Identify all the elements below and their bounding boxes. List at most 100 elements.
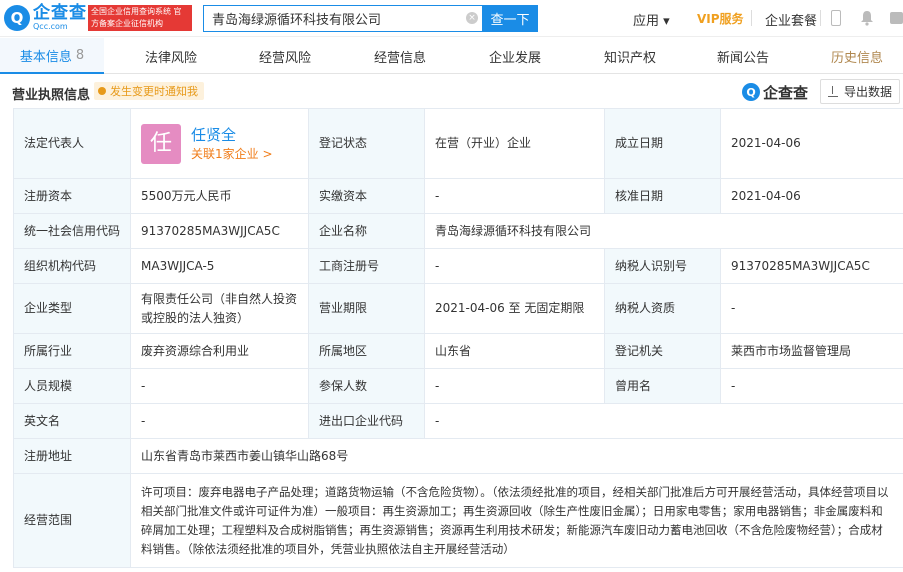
export-label: 导出数据 [843,85,892,99]
value-region: 山东省 [424,333,605,369]
value-business-term: 2021-04-06 至 无固定期限 [424,283,605,334]
label-staff-size: 人员规模 [13,368,131,404]
notify-change-button[interactable]: 发生变更时通知我 [94,82,204,100]
table-row: 法定代表人 任 任贤全 关联1家企业 > 登记状态 在营（开业）企业 成立日期 … [13,108,903,179]
tab-operation-risk[interactable]: 经营风险 [240,38,330,74]
logo-icon: Q [742,83,760,101]
section-title: 营业执照信息 [12,88,91,103]
bell-icon[interactable] [860,10,874,26]
tab-label: 基本信息 [19,49,72,65]
app-menu-label: 应用 [633,14,660,29]
brand-watermark: Q 企查查 [742,82,808,102]
label-insured-count: 参保人数 [308,368,425,404]
notify-label: 发生变更时通知我 [110,85,198,98]
vip-service-link[interactable]: VIP服务 [697,10,744,27]
message-icon[interactable] [890,12,903,24]
table-row: 组织机构代码 MA3WJJCA-5 工商注册号 - 纳税人识别号 9137028… [13,248,903,284]
table-row: 注册地址 山东省青岛市莱西市姜山镇华山路68号 [13,438,903,474]
clear-icon[interactable]: × [466,12,478,24]
value-taxpayer-qualification: - [720,283,903,334]
value-staff-size: - [130,368,309,404]
value-industry: 废弃资源综合利用业 [130,333,309,369]
value-credit-code: 91370285MA3WJJCA5C [130,213,309,249]
value-import-export-code: - [424,403,903,439]
value-reg-capital: 5500万元人民币 [130,178,309,214]
value-reg-status: 在营（开业）企业 [424,108,605,179]
export-data-button[interactable]: 导出数据 [820,79,900,104]
tab-count: 8 [75,47,85,63]
nav-tabs: 基本信息 8 法律风险 经营风险 经营信息 企业发展 知识产权 新闻公告 历史信息 [0,38,903,74]
table-row: 经营范围 许可项目：废弃电器电子产品处理；道路货物运输（不含危险货物）。（依法须… [13,473,903,568]
value-company-name: 青岛海绿源循环科技有限公司 [424,213,903,249]
value-approval-date: 2021-04-06 [720,178,903,214]
enterprise-package-link[interactable]: 企业套餐 [765,10,817,29]
chevron-down-icon: ▾ [663,14,670,29]
label-import-export-code: 进出口企业代码 [308,403,425,439]
divider [820,10,821,26]
logo-domain: Qcc.com [33,22,68,31]
top-header: Q 企查查 Qcc.com 全国企业信用查询系统 官方备案企业征信机构 青岛海绿… [0,0,903,37]
search-input[interactable]: 青岛海绿源循环科技有限公司 [203,5,482,32]
value-reg-authority: 莱西市市场监督管理局 [720,333,903,369]
logo-name: 企查查 [33,3,87,23]
tab-development[interactable]: 企业发展 [470,38,560,74]
label-region: 所属地区 [308,333,425,369]
tab-news[interactable]: 新闻公告 [698,38,788,74]
label-reg-capital: 注册资本 [13,178,131,214]
value-taxpayer-id: 91370285MA3WJJCA5C [720,248,903,284]
section-header: 营业执照信息 发生变更时通知我 Q 企查查 导出数据 [0,76,903,106]
label-english-name: 英文名 [13,403,131,439]
value-english-name: - [130,403,309,439]
value-founded-date: 2021-04-06 [720,108,903,179]
label-founded-date: 成立日期 [604,108,721,179]
tab-legal-risk[interactable]: 法律风险 [126,38,216,74]
tab-ip[interactable]: 知识产权 [585,38,675,74]
legal-rep-cell: 任 任贤全 关联1家企业 > [130,108,309,179]
label-industry: 所属行业 [13,333,131,369]
value-paid-capital: - [424,178,605,214]
legal-rep-name[interactable]: 任贤全 [191,125,273,145]
label-approval-date: 核准日期 [604,178,721,214]
label-legal-rep: 法定代表人 [13,108,131,179]
app-menu[interactable]: 应用 ▾ [633,10,670,29]
label-reg-status: 登记状态 [308,108,425,179]
label-former-name: 曾用名 [604,368,721,404]
legal-rep[interactable]: 任 任贤全 关联1家企业 > [141,123,298,164]
table-row: 统一社会信用代码 91370285MA3WJJCA5C 企业名称 青岛海绿源循环… [13,213,903,249]
tab-basic-info[interactable]: 基本信息 8 [0,38,104,74]
label-credit-code: 统一社会信用代码 [13,213,131,249]
site-logo[interactable]: Q 企查查 Qcc.com [4,4,87,32]
value-former-name: - [720,368,903,404]
label-paid-capital: 实缴资本 [308,178,425,214]
tab-operation-info[interactable]: 经营信息 [355,38,445,74]
bell-icon [98,87,106,95]
table-row: 企业类型 有限责任公司（非自然人投资或控股的法人独资） 营业期限 2021-04… [13,283,903,334]
value-company-type: 有限责任公司（非自然人投资或控股的法人独资） [130,283,309,334]
label-taxpayer-qualification: 纳税人资质 [604,283,721,334]
label-org-code: 组织机构代码 [13,248,131,284]
mobile-icon[interactable] [831,10,841,26]
value-insured-count: - [424,368,605,404]
table-row: 英文名 - 进出口企业代码 - [13,403,903,439]
label-business-scope: 经营范围 [13,473,131,568]
value-org-code: MA3WJJCA-5 [130,248,309,284]
label-company-type: 企业类型 [13,283,131,334]
value-reg-address: 山东省青岛市莱西市姜山镇华山路68号 [130,438,903,474]
label-company-name: 企业名称 [308,213,425,249]
label-business-term: 营业期限 [308,283,425,334]
table-row: 注册资本 5500万元人民币 实缴资本 - 核准日期 2021-04-06 [13,178,903,214]
label-reg-address: 注册地址 [13,438,131,474]
value-reg-number: - [424,248,605,284]
logo-icon: Q [4,5,30,31]
label-taxpayer-id: 纳税人识别号 [604,248,721,284]
brand-name: 企查查 [763,83,809,102]
slogan-badge: 全国企业信用查询系统 官方备案企业征信机构 [88,5,192,31]
business-license-table: 法定代表人 任 任贤全 关联1家企业 > 登记状态 在营（开业）企业 成立日期 … [13,108,903,568]
table-row: 人员规模 - 参保人数 - 曾用名 - [13,368,903,404]
search-button[interactable]: 查一下 [482,5,538,32]
related-companies-link[interactable]: 关联1家企业 > [191,145,273,163]
tab-history[interactable]: 历史信息 [812,38,902,74]
table-row: 所属行业 废弃资源综合利用业 所属地区 山东省 登记机关 莱西市市场监督管理局 [13,333,903,369]
label-reg-number: 工商注册号 [308,248,425,284]
value-business-scope: 许可项目：废弃电器电子产品处理；道路货物运输（不含危险货物）。（依法须经批准的项… [130,473,903,568]
